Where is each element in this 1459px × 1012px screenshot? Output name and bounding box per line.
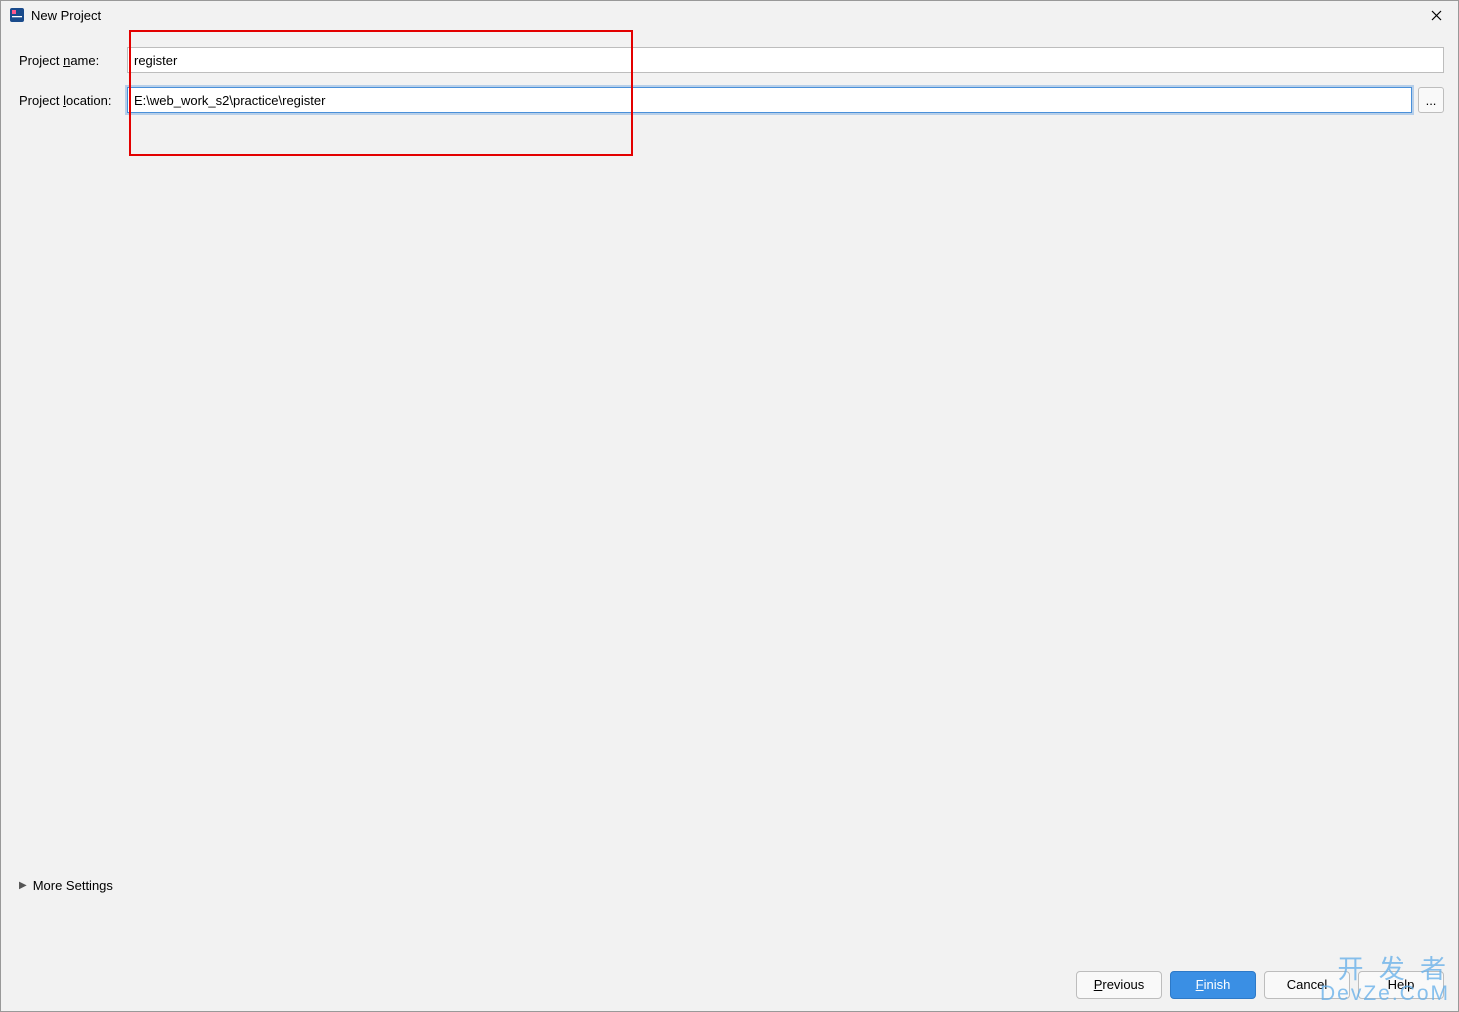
chevron-right-icon: ▶: [19, 880, 27, 891]
more-settings-toggle[interactable]: ▶ More Settings: [19, 878, 113, 893]
new-project-dialog: New Project Project name: Project locati…: [0, 0, 1459, 1012]
project-name-label: Project name:: [19, 53, 127, 68]
titlebar: New Project: [1, 1, 1458, 29]
close-button[interactable]: [1422, 4, 1450, 26]
window-title: New Project: [31, 8, 1422, 23]
previous-button[interactable]: Previous: [1076, 971, 1162, 999]
cancel-button[interactable]: Cancel: [1264, 971, 1350, 999]
project-location-input[interactable]: [127, 87, 1412, 113]
close-icon: [1431, 10, 1442, 21]
more-settings-label: More Settings: [33, 878, 113, 893]
dialog-footer: Previous Finish Cancel Help: [1, 957, 1458, 1011]
dialog-content: Project name: Project location: ... ▶ Mo…: [1, 29, 1458, 957]
browse-button[interactable]: ...: [1418, 87, 1444, 113]
project-name-input[interactable]: [127, 47, 1444, 73]
finish-button[interactable]: Finish: [1170, 971, 1256, 999]
project-location-row: Project location: ...: [19, 87, 1444, 113]
app-icon: [9, 7, 25, 23]
help-button[interactable]: Help: [1358, 971, 1444, 999]
project-location-label: Project location:: [19, 93, 127, 108]
project-name-row: Project name:: [19, 47, 1444, 73]
